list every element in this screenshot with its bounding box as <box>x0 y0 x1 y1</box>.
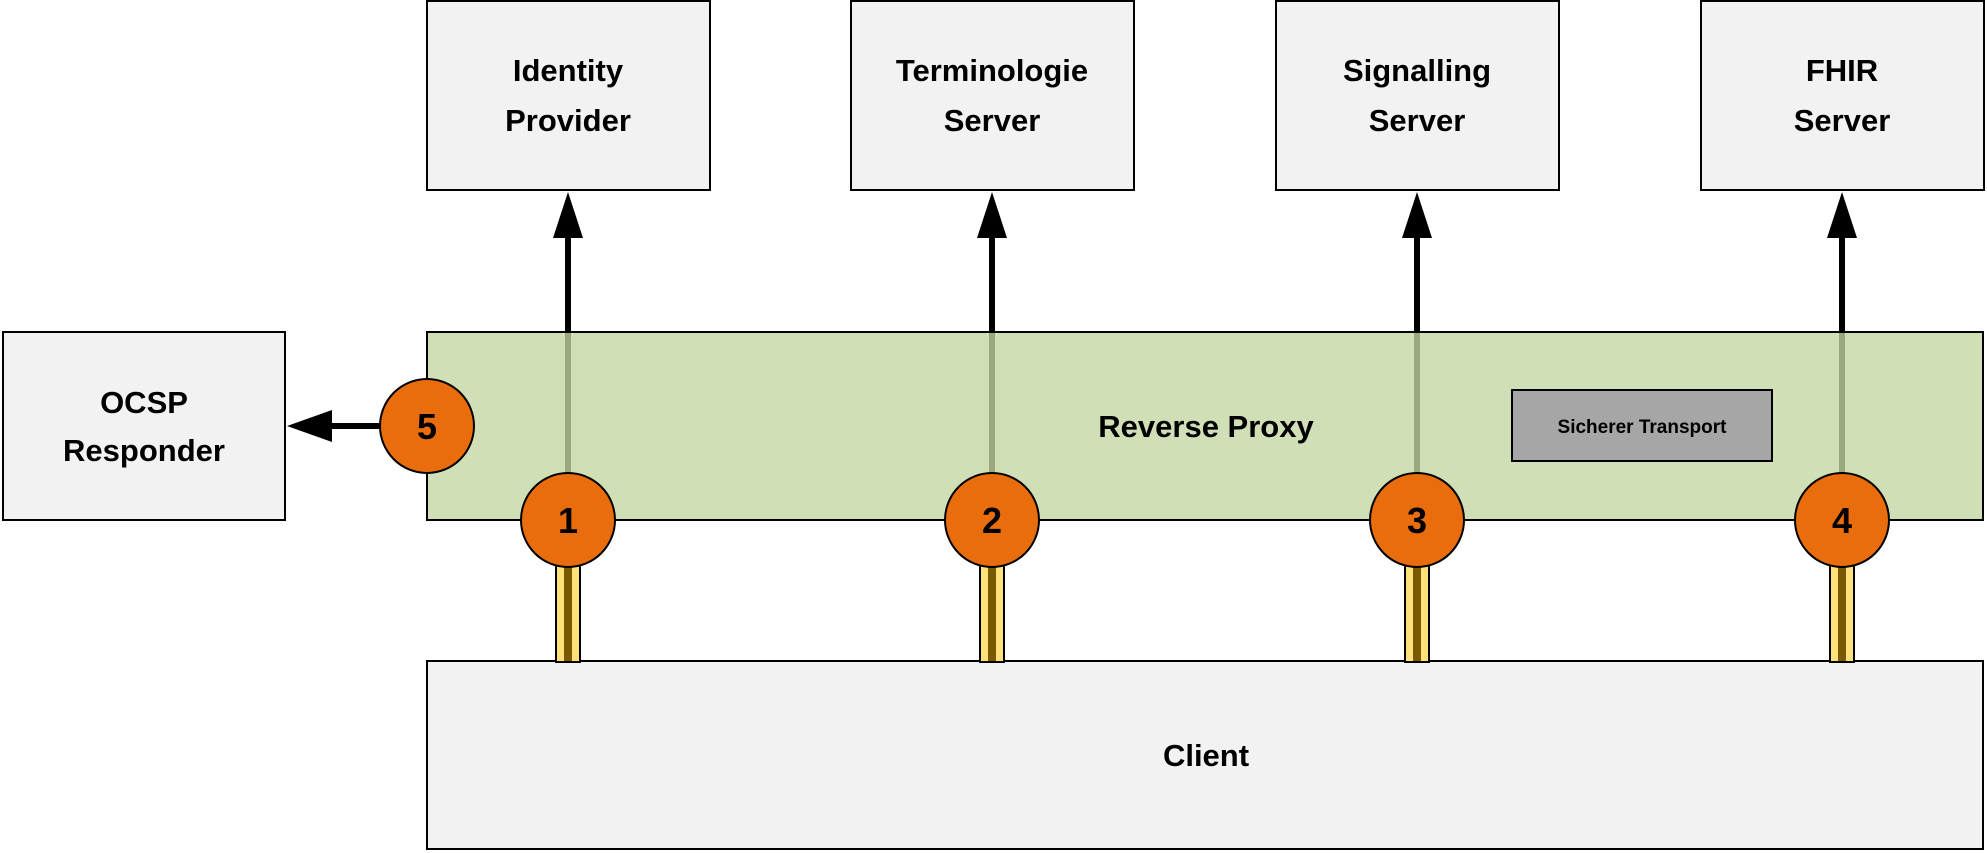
legend-label: Sicherer Transport <box>1558 417 1728 438</box>
server-label-line1: Signalling <box>1343 53 1491 88</box>
server-fhir: FHIR Server <box>1700 0 1985 191</box>
secure-tube-1 <box>555 559 581 663</box>
marker-number: 2 <box>982 500 1002 541</box>
marker-number: 1 <box>558 500 578 541</box>
arrow-up-signalling <box>1402 192 1432 332</box>
arrow-up-identity <box>553 192 583 332</box>
server-signalling: Signalling Server <box>1275 0 1560 191</box>
secure-tube-2 <box>979 559 1005 663</box>
marker-3: 3 <box>1369 472 1465 568</box>
client-label: Client <box>1163 738 1249 773</box>
marker-4: 4 <box>1794 472 1890 568</box>
marker-number: 5 <box>417 406 437 447</box>
arrow-left-ocsp <box>287 410 390 442</box>
marker-2: 2 <box>944 472 1040 568</box>
marker-5: 5 <box>379 378 475 474</box>
legend-secure-transport: Sicherer Transport <box>1511 389 1773 462</box>
secure-tube-3 <box>1404 559 1430 663</box>
server-label-line2: Server <box>1794 103 1891 138</box>
server-label-line1: Terminologie <box>896 53 1088 88</box>
secure-tube-4 <box>1829 559 1855 663</box>
architecture-diagram: Identity Provider Terminologie Server Si… <box>2 0 1985 850</box>
ocsp-responder: OCSP Responder <box>2 331 286 521</box>
server-terminologie: Terminologie Server <box>850 0 1135 191</box>
client: Client <box>426 660 1984 850</box>
marker-number: 3 <box>1407 500 1427 541</box>
server-label-line2: Provider <box>505 103 631 138</box>
server-identity-provider: Identity Provider <box>426 0 711 191</box>
marker-1: 1 <box>520 472 616 568</box>
ocsp-label-line2: Responder <box>63 433 225 468</box>
server-label-line1: Identity <box>513 53 624 88</box>
arrow-up-fhir <box>1827 192 1857 332</box>
marker-number: 4 <box>1832 500 1852 541</box>
arrow-up-terminologie <box>977 192 1007 332</box>
server-label-line2: Server <box>1369 103 1466 138</box>
ocsp-label-line1: OCSP <box>100 385 188 420</box>
proxy-label: Reverse Proxy <box>1098 409 1314 444</box>
server-label-line2: Server <box>944 103 1041 138</box>
server-label-line1: FHIR <box>1806 53 1878 88</box>
